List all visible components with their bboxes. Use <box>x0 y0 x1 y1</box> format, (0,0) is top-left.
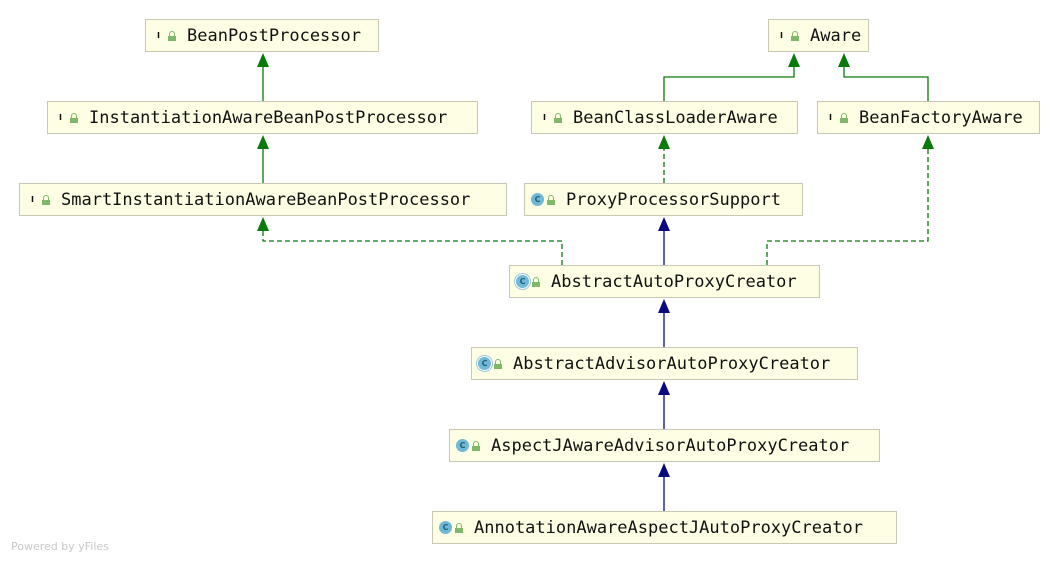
node-aspectj-aware-advisor-auto-proxy-creator[interactable]: C AspectJAwareAdvisorAutoProxyCreator <box>449 429 880 462</box>
arrowhead-icon <box>788 53 800 67</box>
node-bean-factory-aware[interactable]: I BeanFactoryAware <box>817 101 1040 134</box>
public-lock-icon <box>70 112 79 123</box>
public-lock-icon <box>547 194 556 205</box>
interface-icon: I <box>829 113 832 122</box>
edge-implements <box>658 135 670 183</box>
node-label: AbstractAutoProxyCreator <box>551 271 797 292</box>
interface-icon: I <box>31 195 34 204</box>
abstract-class-icon: C <box>516 275 529 288</box>
class-icon: C <box>531 193 544 206</box>
edge-extends <box>658 299 670 347</box>
node-abstract-auto-proxy-creator[interactable]: C AbstractAutoProxyCreator <box>509 265 820 298</box>
node-label: SmartInstantiationAwareBeanPostProcessor <box>61 189 471 210</box>
edge-extends <box>658 463 670 511</box>
arrowhead-icon <box>658 135 670 149</box>
node-aware[interactable]: I Aware <box>768 19 869 52</box>
edge-extends <box>658 381 670 429</box>
interface-icon: I <box>780 31 783 40</box>
node-annotation-aware-aspectj-auto-proxy-creator[interactable]: C AnnotationAwareAspectJAutoProxyCreator <box>432 511 897 544</box>
arrowhead-icon <box>838 53 850 67</box>
edge-extends-interface <box>257 135 269 183</box>
arrowhead-icon <box>658 217 670 231</box>
arrowhead-icon <box>922 135 934 149</box>
public-lock-icon <box>554 112 563 123</box>
class-icon: C <box>456 439 469 452</box>
node-label: AnnotationAwareAspectJAutoProxyCreator <box>474 517 863 538</box>
arrowhead-icon <box>658 463 670 477</box>
yfiles-watermark: Powered by yFiles <box>11 540 109 553</box>
interface-icon: I <box>157 31 160 40</box>
node-label: ProxyProcessorSupport <box>566 189 781 210</box>
public-lock-icon <box>455 522 464 533</box>
node-abstract-advisor-auto-proxy-creator[interactable]: C AbstractAdvisorAutoProxyCreator <box>471 347 858 380</box>
arrowhead-icon <box>658 381 670 395</box>
arrowhead-icon <box>658 299 670 313</box>
node-label: Aware <box>810 25 862 46</box>
node-instantiation-aware-bean-post-processor[interactable]: I InstantiationAwareBeanPostProcessor <box>47 101 478 134</box>
diagram-canvas: I BeanPostProcessor I InstantiationAware… <box>0 0 1060 564</box>
public-lock-icon <box>42 194 51 205</box>
node-label: BeanFactoryAware <box>859 107 1023 128</box>
public-lock-icon <box>494 358 503 369</box>
node-smart-instantiation-aware-bean-post-processor[interactable]: I SmartInstantiationAwareBeanPostProcess… <box>19 183 507 216</box>
interface-icon: I <box>543 113 546 122</box>
node-bean-class-loader-aware[interactable]: I BeanClassLoaderAware <box>531 101 798 134</box>
edge-line <box>663 65 795 101</box>
edge-extends <box>658 217 670 265</box>
node-label: InstantiationAwareBeanPostProcessor <box>89 107 448 128</box>
arrowhead-icon <box>257 217 269 231</box>
node-label: BeanClassLoaderAware <box>573 107 778 128</box>
public-lock-icon <box>532 276 541 287</box>
public-lock-icon <box>840 112 849 123</box>
edge-line <box>262 229 563 265</box>
edge-implements <box>257 217 563 265</box>
node-proxy-processor-support[interactable]: C ProxyProcessorSupport <box>524 183 803 216</box>
edge-extends-interface <box>663 53 800 101</box>
public-lock-icon <box>791 30 800 41</box>
arrowhead-icon <box>257 53 269 67</box>
node-label: AbstractAdvisorAutoProxyCreator <box>513 353 831 374</box>
edge-extends-interface <box>257 53 269 101</box>
node-label: BeanPostProcessor <box>187 25 361 46</box>
node-bean-post-processor[interactable]: I BeanPostProcessor <box>145 19 379 52</box>
interface-icon: I <box>59 113 62 122</box>
abstract-class-icon: C <box>478 357 491 370</box>
class-icon: C <box>439 521 452 534</box>
edge-extends-interface <box>838 53 929 101</box>
edge-line <box>843 65 929 101</box>
public-lock-icon <box>168 30 177 41</box>
public-lock-icon <box>472 440 481 451</box>
arrowhead-icon <box>257 135 269 149</box>
node-label: AspectJAwareAdvisorAutoProxyCreator <box>491 435 850 456</box>
